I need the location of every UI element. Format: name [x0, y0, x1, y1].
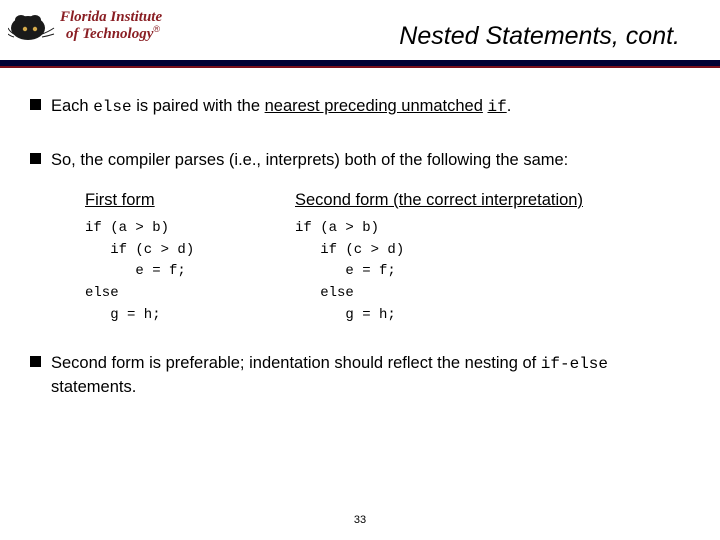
first-form-code: if (a > b) if (c > d) e = f; else g = h; [85, 218, 295, 326]
code-inline: if [488, 98, 507, 116]
bullet-icon [30, 99, 41, 110]
code-line: if (a > b) [295, 220, 379, 236]
logo-line2: of Technology [66, 26, 153, 42]
code-line: else [295, 285, 354, 301]
code-line: else [85, 285, 119, 301]
text: statements. [51, 378, 136, 396]
slide-header: Florida Institute of Technology® Nested … [0, 0, 720, 62]
registered-icon: ® [153, 24, 160, 34]
text-underline: nearest preceding unmatched [265, 97, 483, 115]
bullet-1-text: Each else is paired with the nearest pre… [51, 95, 690, 119]
logo-line2-wrap: of Technology® [60, 25, 162, 42]
code-line: if (c > d) [85, 242, 194, 258]
bullet-icon [30, 153, 41, 164]
text: Second form is preferable; indentation s… [51, 354, 541, 372]
slide: Florida Institute of Technology® Nested … [0, 0, 720, 540]
code-line: e = f; [295, 263, 396, 279]
page-number: 33 [0, 514, 720, 526]
bullet-2-text: So, the compiler parses (i.e., interpret… [51, 149, 690, 171]
code-inline: if-else [541, 355, 608, 373]
first-form: First form if (a > b) if (c > d) e = f; … [85, 191, 295, 326]
text: is paired with the [132, 97, 265, 115]
bullet-icon [30, 356, 41, 367]
code-line: e = f; [85, 263, 186, 279]
bullet-3: Second form is preferable; indentation s… [30, 352, 690, 398]
code-inline: else [93, 98, 131, 116]
slide-content: Each else is paired with the nearest pre… [30, 95, 690, 428]
second-form-code: if (a > b) if (c > d) e = f; else g = h; [295, 218, 583, 326]
text: . [507, 97, 512, 115]
panther-icon [8, 6, 56, 46]
code-line: g = h; [295, 307, 396, 323]
code-line: g = h; [85, 307, 161, 323]
code-line: if (c > d) [295, 242, 404, 258]
bullet-1: Each else is paired with the nearest pre… [30, 95, 690, 119]
bullet-3-text: Second form is preferable; indentation s… [51, 352, 690, 398]
second-form: Second form (the correct interpretation)… [295, 191, 583, 326]
first-form-label: First form [85, 191, 295, 210]
logo-line1: Florida Institute [60, 10, 162, 25]
slide-title: Nested Statements, cont. [399, 22, 680, 51]
bullet-2: So, the compiler parses (i.e., interpret… [30, 149, 690, 171]
divider-accent [0, 66, 720, 68]
second-form-label: Second form (the correct interpretation) [295, 191, 583, 210]
logo-text: Florida Institute of Technology® [60, 10, 162, 42]
text-underline: Second form [295, 191, 389, 209]
text: Each [51, 97, 93, 115]
code-forms: First form if (a > b) if (c > d) e = f; … [85, 191, 690, 326]
code-line: if (a > b) [85, 220, 169, 236]
institution-logo: Florida Institute of Technology® [8, 6, 162, 46]
text: (the correct interpretation) [389, 191, 583, 209]
